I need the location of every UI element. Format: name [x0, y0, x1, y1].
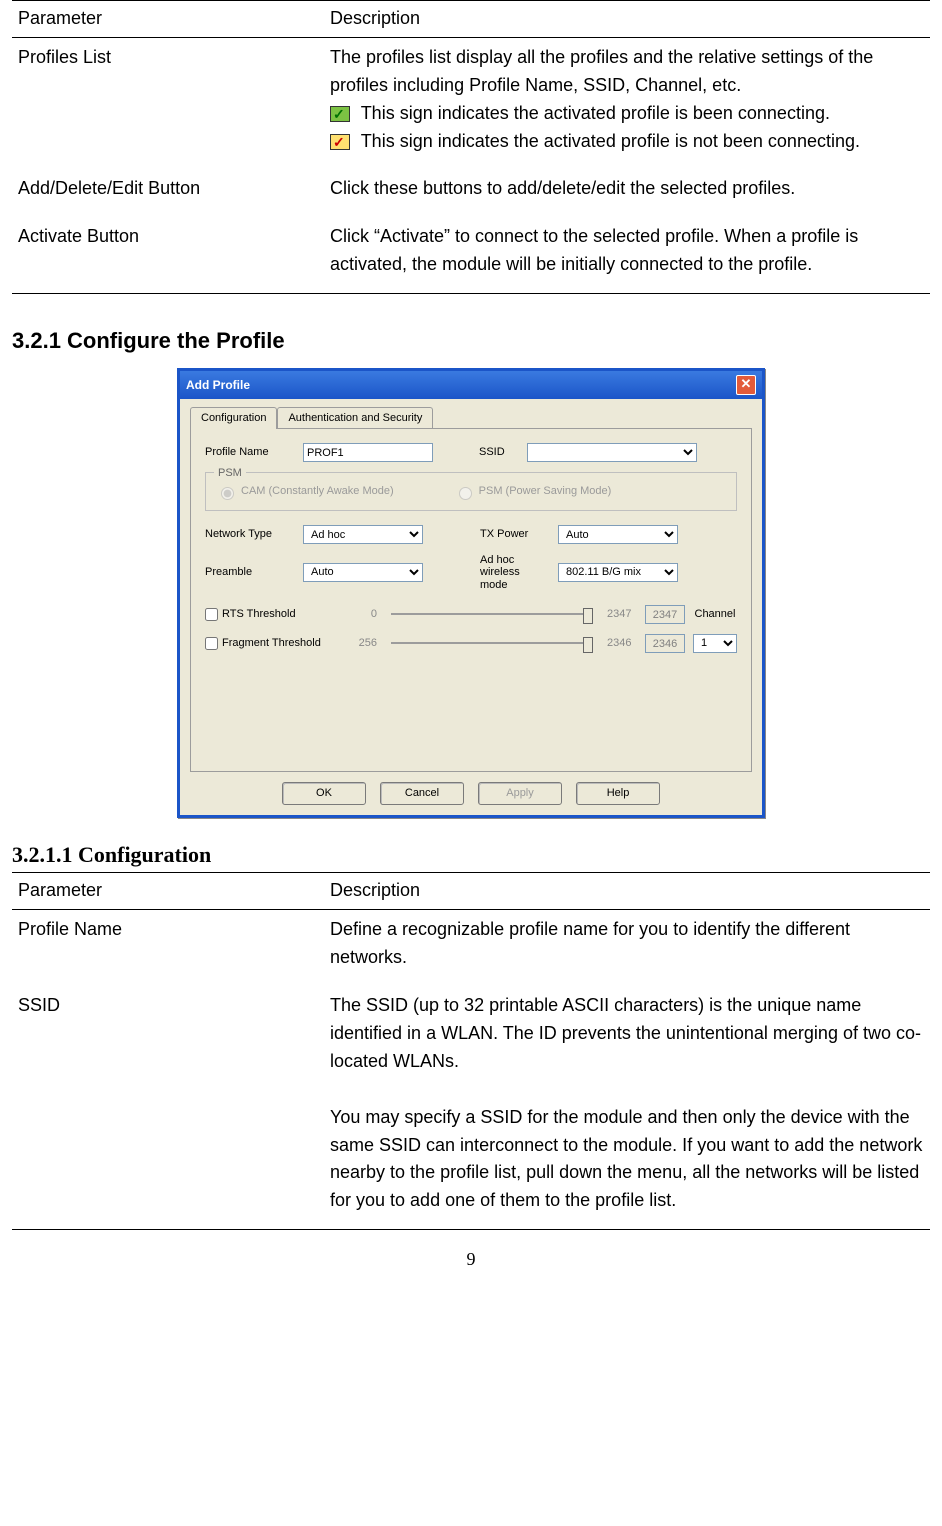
psm-legend: PSM — [214, 465, 246, 482]
close-icon[interactable]: ✕ — [736, 375, 756, 395]
channel-select[interactable]: 1 — [693, 634, 737, 653]
ok-button[interactable]: OK — [282, 782, 366, 805]
t1-r0-desc-line1: The profiles list display all the profil… — [330, 47, 873, 95]
t2-r1-param: SSID — [12, 986, 324, 1230]
ssid-label: SSID — [479, 444, 519, 461]
frag-max: 2346 — [607, 635, 637, 652]
status-disconnected-icon — [330, 134, 350, 150]
adhoc-mode-select[interactable]: 802.11 B/G mix — [558, 563, 678, 582]
cancel-button[interactable]: Cancel — [380, 782, 464, 805]
t2-r1-desc1: The SSID (up to 32 printable ASCII chara… — [330, 995, 921, 1071]
channel-label: Channel — [693, 606, 737, 623]
rts-checkbox[interactable]: RTS Threshold — [205, 606, 345, 623]
t2-header-desc: Description — [324, 873, 930, 910]
parameters-table-1: Parameter Description Profiles List The … — [12, 0, 930, 294]
cam-radio-label: CAM (Constantly Awake Mode) — [241, 483, 394, 500]
frag-value: 2346 — [645, 634, 685, 653]
rts-checkbox-input[interactable] — [205, 608, 218, 621]
t1-r1-param: Add/Delete/Edit Button — [12, 169, 324, 217]
frag-checkbox-input[interactable] — [205, 637, 218, 650]
help-button[interactable]: Help — [576, 782, 660, 805]
cam-radio: CAM (Constantly Awake Mode) — [216, 483, 394, 500]
t1-header-param: Parameter — [12, 1, 324, 38]
t1-r2-param: Activate Button — [12, 217, 324, 293]
t1-r2-desc: Click “Activate” to connect to the selec… — [324, 217, 930, 293]
txpower-label: TX Power — [480, 526, 550, 543]
t2-r1-desc: The SSID (up to 32 printable ASCII chara… — [324, 986, 930, 1230]
t1-r0-icon1-text: This sign indicates the activated profil… — [361, 103, 830, 123]
preamble-label: Preamble — [205, 564, 295, 581]
frag-checkbox[interactable]: Fragment Threshold — [205, 635, 345, 652]
add-profile-dialog: Add Profile ✕ Configuration Authenticati… — [177, 368, 765, 818]
frag-slider[interactable] — [391, 642, 593, 644]
tab-pane-configuration: Profile Name SSID PSM CAM (Constantly Aw… — [190, 428, 752, 772]
cam-radio-input — [221, 487, 234, 500]
adhoc-mode-label: Ad hoc wireless mode — [480, 554, 550, 590]
section-3-2-1-heading: 3.2.1 Configure the Profile — [12, 324, 930, 358]
network-type-select[interactable]: Ad hoc — [303, 525, 423, 544]
psm-groupbox: PSM CAM (Constantly Awake Mode) PSM (Pow… — [205, 472, 737, 511]
tab-configuration[interactable]: Configuration — [190, 407, 277, 429]
t2-r1-desc2: You may specify a SSID for the module an… — [330, 1107, 922, 1211]
psm-radio-input — [459, 487, 472, 500]
frag-label: Fragment Threshold — [222, 635, 321, 652]
rts-slider[interactable] — [391, 613, 593, 615]
psm-radio: PSM (Power Saving Mode) — [454, 483, 612, 500]
parameters-table-2: Parameter Description Profile Name Defin… — [12, 872, 930, 1230]
status-connected-icon — [330, 106, 350, 122]
rts-value: 2347 — [645, 605, 685, 624]
rts-label: RTS Threshold — [222, 606, 296, 623]
t1-r0-icon2-text: This sign indicates the activated profil… — [361, 131, 860, 151]
txpower-select[interactable]: Auto — [558, 525, 678, 544]
frag-min: 256 — [353, 635, 377, 652]
t1-r0-param: Profiles List — [12, 37, 324, 169]
t1-r0-desc: The profiles list display all the profil… — [324, 37, 930, 169]
t2-r0-param: Profile Name — [12, 910, 324, 986]
network-type-label: Network Type — [205, 526, 295, 543]
profile-name-label: Profile Name — [205, 444, 295, 461]
psm-radio-label: PSM (Power Saving Mode) — [479, 483, 612, 500]
page-number: 9 — [12, 1246, 930, 1274]
ssid-select[interactable] — [527, 443, 697, 462]
subsection-3-2-1-1-heading: 3.2.1.1 Configuration — [12, 838, 930, 872]
preamble-select[interactable]: Auto — [303, 563, 423, 582]
rts-max: 2347 — [607, 606, 637, 623]
t1-header-desc: Description — [324, 1, 930, 38]
profile-name-input[interactable] — [303, 443, 433, 462]
t1-r1-desc: Click these buttons to add/delete/edit t… — [324, 169, 930, 217]
t2-header-param: Parameter — [12, 873, 324, 910]
rts-min: 0 — [353, 606, 377, 623]
t2-r0-desc: Define a recognizable profile name for y… — [324, 910, 930, 986]
dialog-title: Add Profile — [186, 376, 250, 395]
tab-auth-security[interactable]: Authentication and Security — [277, 407, 433, 429]
apply-button: Apply — [478, 782, 562, 805]
